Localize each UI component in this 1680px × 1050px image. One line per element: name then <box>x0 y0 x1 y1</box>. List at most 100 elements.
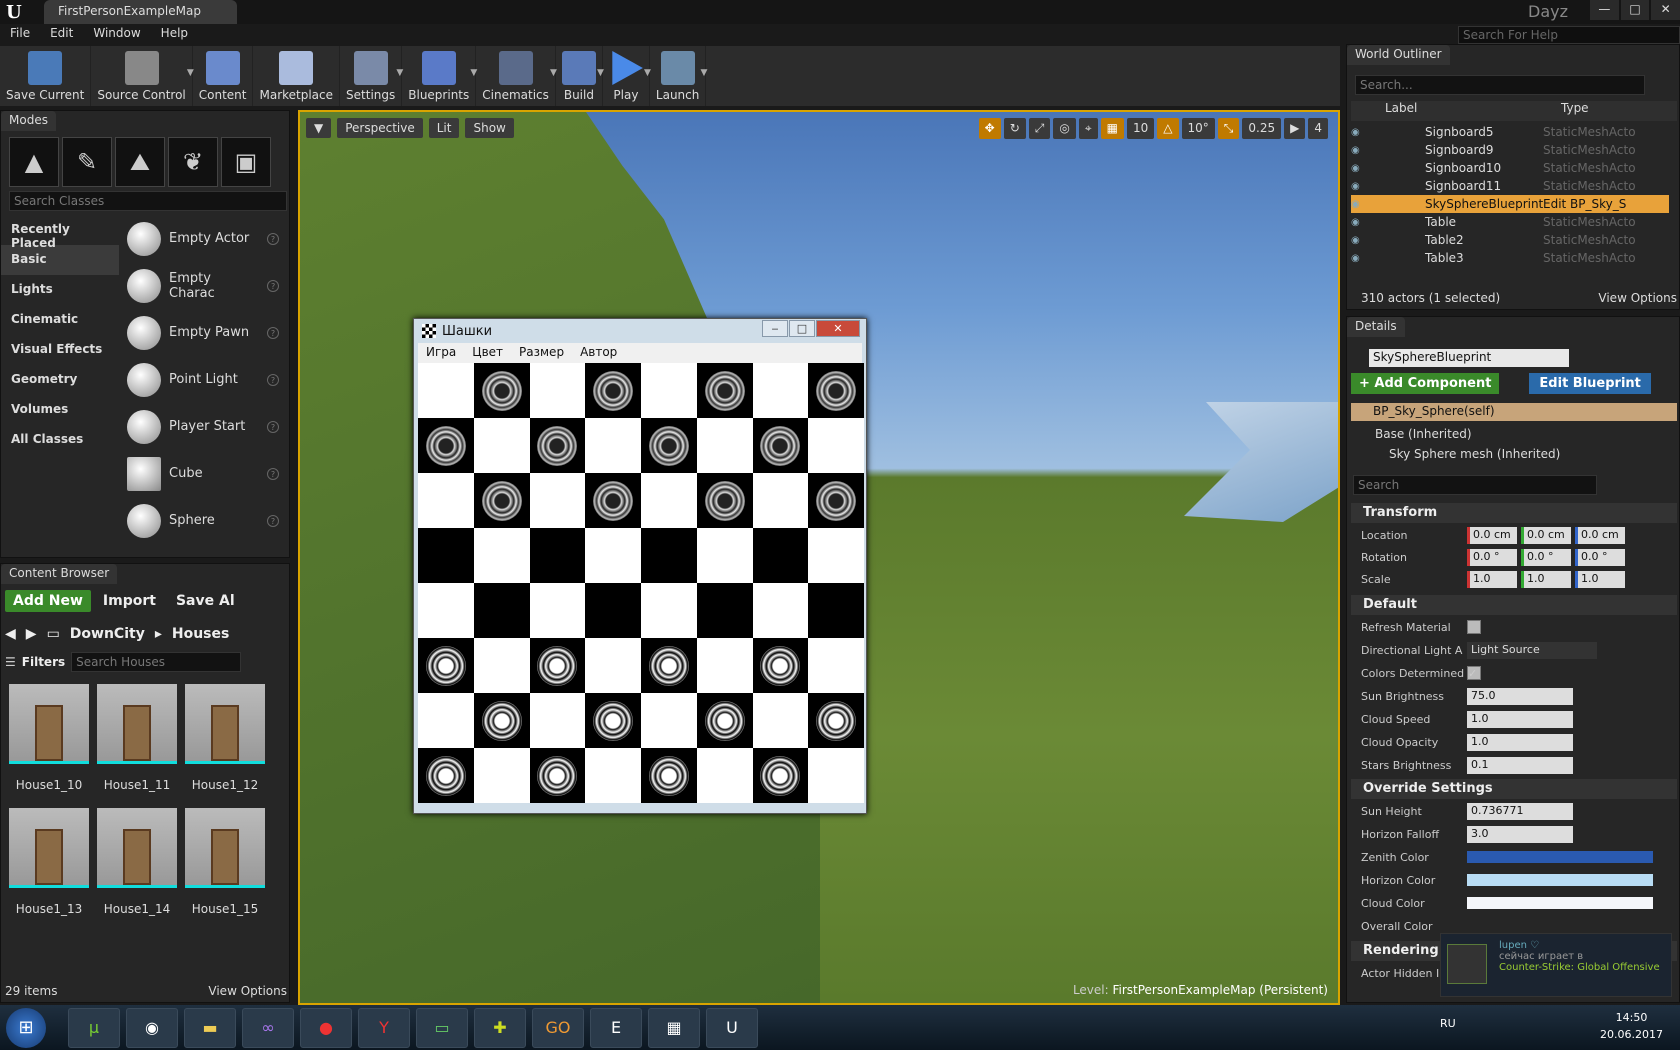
csgo-icon[interactable]: GO <box>532 1008 584 1048</box>
category-cinematic[interactable]: Cinematic <box>1 305 119 335</box>
board-square[interactable] <box>418 583 474 638</box>
board-square[interactable] <box>641 638 697 693</box>
board-square[interactable] <box>418 748 474 803</box>
outliner-row[interactable]: ◉ Table3 StaticMeshActo <box>1351 249 1669 267</box>
view-options-button[interactable]: View Options <box>1598 291 1677 305</box>
board-square[interactable] <box>474 528 530 583</box>
white-checker-piece[interactable] <box>760 645 801 686</box>
class-item[interactable]: Sphere? <box>121 497 279 544</box>
scale-snap-icon[interactable]: ⤡ <box>1217 118 1240 139</box>
menu-file[interactable]: File <box>0 24 40 44</box>
language-indicator[interactable]: RU <box>1440 1017 1456 1030</box>
board-square[interactable] <box>530 473 586 528</box>
asset-tile[interactable]: House1_15 <box>185 808 265 928</box>
close-button[interactable]: ✕ <box>816 320 860 337</box>
board-square[interactable] <box>641 363 697 418</box>
visual-studio-icon[interactable]: ∞ <box>242 1008 294 1048</box>
default-section[interactable]: Default <box>1351 595 1677 615</box>
filters-button[interactable]: Filters <box>22 655 65 669</box>
class-item[interactable]: Point Light? <box>121 356 279 403</box>
white-checker-piece[interactable] <box>593 700 634 741</box>
launch-button[interactable]: Launch ▼ <box>650 46 707 106</box>
outliner-search-input[interactable]: Search... <box>1355 75 1645 95</box>
component-self-row[interactable]: BP_Sky_Sphere(self) <box>1351 403 1677 421</box>
category-visual-effects[interactable]: Visual Effects <box>1 335 119 365</box>
board-square[interactable] <box>418 528 474 583</box>
outliner-row[interactable]: ◉ SkySphereBlueprint Edit BP_Sky_S <box>1351 195 1669 213</box>
view-options-button[interactable]: View Options <box>208 984 287 998</box>
board-square[interactable] <box>585 583 641 638</box>
class-item[interactable]: Empty Actor? <box>121 215 279 262</box>
black-checker-piece[interactable] <box>704 480 745 521</box>
world-icon[interactable]: ◎ <box>1053 118 1076 139</box>
unreal-logo-icon[interactable]: U <box>6 2 22 23</box>
black-checker-piece[interactable] <box>648 425 689 466</box>
black-checker-piece[interactable] <box>481 480 522 521</box>
board-square[interactable] <box>585 418 641 473</box>
black-checker-piece[interactable] <box>704 370 745 411</box>
menu-edit[interactable]: Edit <box>40 24 83 44</box>
horizon-falloff-field[interactable]: 3.0 <box>1467 825 1573 843</box>
board-square[interactable] <box>641 418 697 473</box>
help-search-input[interactable]: Search For Help <box>1458 26 1680 44</box>
board-square[interactable] <box>753 473 809 528</box>
board-square[interactable] <box>808 528 864 583</box>
geometry-mode-icon[interactable]: ▣ <box>221 137 271 187</box>
board-square[interactable] <box>641 693 697 748</box>
outliner-row[interactable]: ◉ Table2 StaticMeshActo <box>1351 231 1669 249</box>
eye-icon[interactable]: ◉ <box>1351 127 1365 138</box>
grid-snap-value[interactable]: 10 <box>1127 118 1155 139</box>
cloud-opacity-field[interactable]: 1.0 <box>1467 733 1573 751</box>
surface-snap-icon[interactable]: ⌖ <box>1078 118 1098 139</box>
component-base-row[interactable]: Base (Inherited) <box>1375 427 1472 441</box>
black-checker-piece[interactable] <box>425 425 466 466</box>
asset-tile[interactable]: House1_13 <box>9 808 89 928</box>
board-square[interactable] <box>753 363 809 418</box>
plus-app-icon[interactable]: ✚ <box>474 1008 526 1048</box>
board-square[interactable] <box>418 418 474 473</box>
cinematics-button[interactable]: Cinematics ▼ <box>476 46 557 106</box>
zenith-color-swatch[interactable] <box>1467 851 1653 863</box>
board-square[interactable] <box>696 363 753 418</box>
help-icon[interactable]: ? <box>267 279 279 292</box>
white-checker-piece[interactable] <box>648 645 689 686</box>
content-browser-tab[interactable]: Content Browser <box>1 564 118 584</box>
board-square[interactable] <box>808 418 864 473</box>
outliner-row[interactable]: ◉ Signboard11 StaticMeshActo <box>1351 177 1669 195</box>
board-square[interactable] <box>585 693 641 748</box>
board-square[interactable] <box>697 638 753 693</box>
save-current-button[interactable]: Save Current <box>0 46 92 106</box>
refresh-material-checkbox[interactable] <box>1467 620 1481 634</box>
scale-x[interactable]: 1.0 <box>1467 570 1517 588</box>
play-button[interactable]: Play ▼ <box>603 46 651 106</box>
board-square[interactable] <box>473 473 530 528</box>
horizon-color-swatch[interactable] <box>1467 874 1653 886</box>
label-column-header[interactable]: Label <box>1351 101 1561 121</box>
board-square[interactable] <box>474 748 530 803</box>
category-lights[interactable]: Lights <box>1 275 119 305</box>
unreal-taskbar-icon[interactable]: U <box>706 1008 758 1048</box>
menu-help[interactable]: Help <box>151 24 198 44</box>
white-checker-piece[interactable] <box>537 755 578 796</box>
black-checker-piece[interactable] <box>816 370 857 411</box>
eye-icon[interactable]: ◉ <box>1351 199 1365 210</box>
board-square[interactable] <box>530 363 586 418</box>
utorrent-icon[interactable]: µ <box>68 1008 120 1048</box>
board-square[interactable] <box>696 693 753 748</box>
board-square[interactable] <box>808 693 864 748</box>
white-checker-piece[interactable] <box>481 700 522 741</box>
category-all-classes[interactable]: All Classes <box>1 425 119 455</box>
settings-button[interactable]: Settings ▼ <box>340 46 403 106</box>
eye-icon[interactable]: ◉ <box>1351 181 1365 192</box>
close-button[interactable]: ✕ <box>1651 0 1680 20</box>
board-square[interactable] <box>753 583 809 638</box>
white-checker-piece[interactable] <box>816 700 857 741</box>
directional-light-select[interactable]: Light Source <box>1467 641 1597 659</box>
board-square[interactable] <box>585 638 641 693</box>
chevron-down-icon[interactable]: ▼ <box>700 68 707 78</box>
board-square[interactable] <box>585 363 641 418</box>
board-square[interactable] <box>529 748 586 803</box>
translate-icon[interactable]: ✥ <box>978 118 1001 139</box>
board-square[interactable] <box>641 748 697 803</box>
maximize-button[interactable]: □ <box>789 320 815 337</box>
